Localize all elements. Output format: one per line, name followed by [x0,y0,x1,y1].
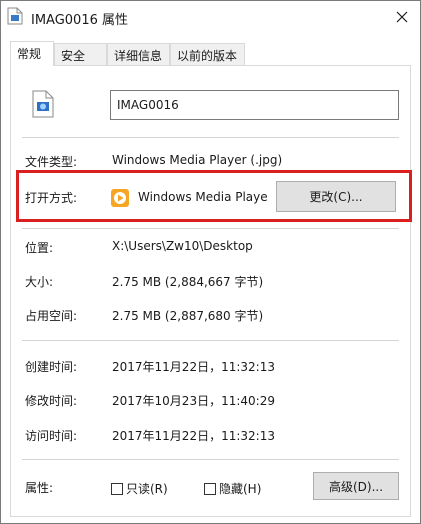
size-on-disk-label: 占用空间: [25,309,78,323]
attributes-label: 属性: [25,481,54,495]
window-title: IMAG0016 属性 [31,13,129,28]
tab-previous-versions[interactable]: 以前的版本 [170,43,245,65]
location-label: 位置: [25,241,54,255]
tab-security[interactable]: 安全 [54,43,107,65]
close-icon [396,11,408,23]
accessed-value: 2017年11月22日，11:32:13 [112,429,275,443]
size-on-disk-value: 2.75 MB (2,887,680 字节) [112,309,264,323]
separator [22,340,399,341]
hidden-checkbox[interactable] [204,482,216,495]
title-bar[interactable]: IMAG0016 属性 [1,1,420,33]
image-file-icon [32,90,54,118]
separator [22,137,399,138]
media-player-icon [111,189,129,207]
tab-details[interactable]: 详细信息 [107,43,170,65]
change-button[interactable]: 更改(C)... [276,181,396,212]
hidden-checkbox-group[interactable]: 隐藏(H) [204,480,261,497]
modified-label: 修改时间: [25,394,78,408]
modified-value: 2017年10月23日，11:40:29 [112,394,275,408]
file-type-label: 文件类型: [25,155,78,169]
location-value: X:\Users\Zw10\Desktop [112,239,253,253]
created-label: 创建时间: [25,360,78,374]
file-icon [7,7,23,25]
hidden-label: 隐藏(H) [219,482,262,496]
created-value: 2017年11月22日，11:32:13 [112,360,275,374]
open-with-label: 打开方式: [25,191,78,205]
accessed-label: 访问时间: [25,429,78,443]
file-type-value: Windows Media Player (.jpg) [112,153,283,167]
advanced-button[interactable]: 高级(D)... [313,472,399,500]
file-name-input[interactable] [110,90,399,120]
readonly-checkbox[interactable] [111,482,123,495]
size-value: 2.75 MB (2,884,667 字节) [112,275,264,289]
readonly-label: 只读(R) [126,482,168,496]
separator [22,459,399,460]
separator [22,228,399,229]
tab-general[interactable]: 常规 [10,41,54,66]
general-panel: 文件类型: Windows Media Player (.jpg) 打开方式: … [10,65,412,517]
readonly-checkbox-group[interactable]: 只读(R) [111,480,168,497]
size-label: 大小: [25,275,54,289]
properties-dialog: IMAG0016 属性 常规 安全 详细信息 以前的版本 文件类型: Windo… [0,0,421,524]
close-button[interactable] [390,5,414,29]
open-with-app-name: Windows Media Playe [138,190,268,204]
